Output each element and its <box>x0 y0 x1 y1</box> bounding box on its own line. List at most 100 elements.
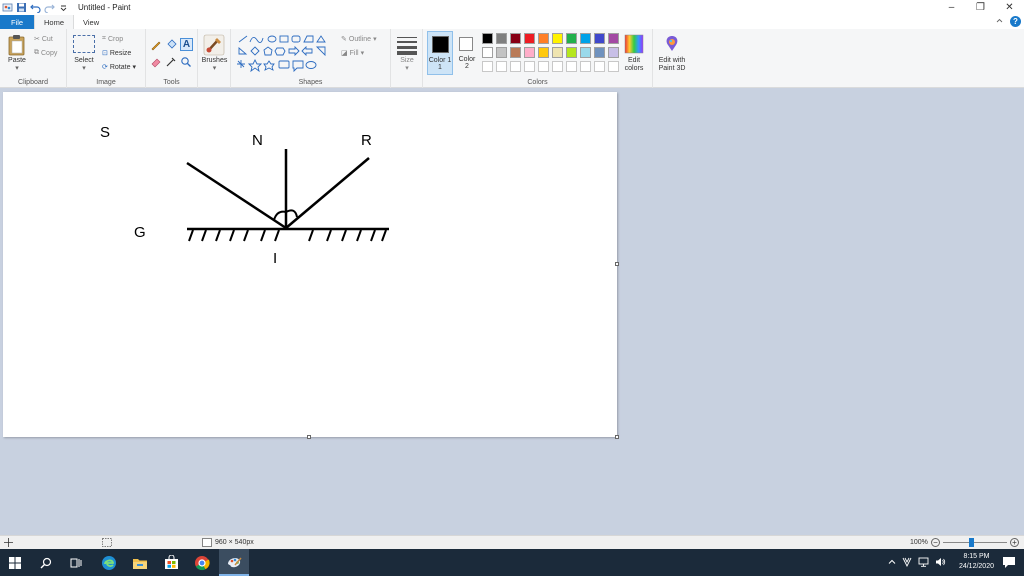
palette-swatch[interactable] <box>552 33 563 44</box>
file-explorer-button[interactable] <box>125 549 155 576</box>
label-n: N <box>252 132 263 149</box>
cut-button[interactable]: ✂ Cut <box>34 35 53 44</box>
palette-swatch[interactable] <box>496 47 507 58</box>
palette-swatch[interactable] <box>608 47 619 58</box>
palette-swatch[interactable] <box>524 47 535 58</box>
magnifier-icon[interactable] <box>180 56 192 68</box>
palette-swatch[interactable] <box>482 47 493 58</box>
collapse-ribbon-icon[interactable] <box>995 16 1004 27</box>
palette-swatch[interactable] <box>566 61 577 72</box>
action-center-button[interactable]: 4 <box>994 549 1024 576</box>
palette-swatch[interactable] <box>510 61 521 72</box>
chrome-button[interactable] <box>187 549 217 576</box>
palette-swatch[interactable] <box>524 33 535 44</box>
store-button[interactable] <box>156 549 186 576</box>
paint3d-icon[interactable] <box>662 34 682 54</box>
reflected-ray <box>285 157 370 229</box>
palette-swatch[interactable] <box>552 47 563 58</box>
size-button[interactable]: Size <box>391 57 423 65</box>
palette-swatch[interactable] <box>566 33 577 44</box>
redo-icon[interactable] <box>44 2 55 14</box>
line-size-icon[interactable] <box>397 35 417 55</box>
palette-swatch[interactable] <box>482 33 493 44</box>
vpn-icon[interactable] <box>902 557 912 569</box>
crop-button[interactable]: ⌗ Crop <box>102 35 123 43</box>
start-button[interactable] <box>0 549 30 576</box>
color1-swatch <box>432 36 449 53</box>
copy-button[interactable]: ⧉ Copy <box>34 49 57 57</box>
color1-selector[interactable]: Color 1 1 <box>427 31 453 75</box>
palette-swatch[interactable] <box>510 47 521 58</box>
brush-icon[interactable] <box>203 34 225 56</box>
resize-handle-right[interactable] <box>615 262 619 266</box>
fill-bucket-icon[interactable] <box>165 39 177 51</box>
palette-swatch[interactable] <box>538 33 549 44</box>
color2-selector[interactable]: Color 2 <box>455 31 479 75</box>
palette-swatch[interactable] <box>538 47 549 58</box>
edit-colors-button[interactable]: Edit colors <box>619 57 649 73</box>
minimize-button[interactable]: – <box>937 0 966 15</box>
show-hidden-icons-icon[interactable] <box>888 558 896 568</box>
shapes-gallery[interactable] <box>237 34 337 74</box>
customize-toolbar-icon[interactable] <box>58 2 69 13</box>
paint-icon <box>228 557 242 567</box>
paste-button[interactable]: Paste <box>3 57 31 65</box>
edge-browser-button[interactable] <box>94 549 124 576</box>
eraser-icon[interactable] <box>150 56 162 68</box>
tab-view[interactable]: View <box>74 15 108 29</box>
text-tool-icon[interactable]: A <box>180 38 193 51</box>
close-button[interactable]: ✕ <box>995 0 1024 15</box>
palette-swatch[interactable] <box>594 61 605 72</box>
task-view-button[interactable] <box>61 549 91 576</box>
network-icon[interactable] <box>918 557 929 569</box>
tab-file[interactable]: File <box>0 15 34 29</box>
outline-button[interactable]: ✎ Outline ▾ <box>341 35 377 44</box>
palette-swatch[interactable] <box>580 61 591 72</box>
palette-swatch[interactable] <box>566 47 577 58</box>
palette-swatch[interactable] <box>552 61 563 72</box>
palette-swatch[interactable] <box>608 61 619 72</box>
resize-handle-corner[interactable] <box>615 435 619 439</box>
edit-paint3d-button[interactable]: Edit with Paint 3D <box>653 57 691 73</box>
undo-icon[interactable] <box>30 2 41 14</box>
zoom-slider[interactable] <box>942 538 1007 547</box>
paste-icon[interactable] <box>7 34 27 56</box>
palette-swatch[interactable] <box>594 33 605 44</box>
save-icon[interactable] <box>16 2 27 13</box>
rotate-button[interactable]: ⟳ Rotate ▾ <box>102 63 136 72</box>
clipboard-group: Paste ▾ ✂ Cut ⧉ Copy Clipboard <box>0 29 67 88</box>
system-tray <box>888 549 946 576</box>
zoom-in-button[interactable]: + <box>1009 538 1019 547</box>
maximize-button[interactable]: ❐ <box>966 0 995 15</box>
palette-swatch[interactable] <box>580 33 591 44</box>
select-button[interactable]: Select <box>69 57 99 65</box>
edit-colors-icon[interactable] <box>624 34 644 54</box>
volume-icon[interactable] <box>935 557 946 569</box>
palette-swatch[interactable] <box>510 33 521 44</box>
palette-swatch[interactable] <box>496 33 507 44</box>
color-picker-icon[interactable] <box>165 56 177 68</box>
resize-button[interactable]: ⊡ Resize <box>102 49 131 58</box>
select-icon[interactable] <box>73 35 95 53</box>
palette-swatch[interactable] <box>594 47 605 58</box>
brushes-button[interactable]: Brushes <box>198 57 231 65</box>
zoom-slider-thumb[interactable] <box>968 538 974 547</box>
palette-swatch[interactable] <box>524 61 535 72</box>
pencil-icon[interactable] <box>150 39 162 51</box>
help-icon[interactable]: ? <box>1010 16 1021 27</box>
search-button[interactable] <box>31 549 61 576</box>
edge-icon <box>102 555 116 570</box>
palette-swatch[interactable] <box>580 47 591 58</box>
palette-swatch[interactable] <box>608 33 619 44</box>
tab-home[interactable]: Home <box>34 15 75 29</box>
shapes-group: ✎ Outline ▾ ◪ Fill ▾ Shapes <box>231 29 391 88</box>
fill-button[interactable]: ◪ Fill ▾ <box>341 49 364 58</box>
palette-swatch[interactable] <box>482 61 493 72</box>
zoom-out-button[interactable]: − <box>930 538 940 547</box>
palette-swatch[interactable] <box>496 61 507 72</box>
palette-swatch[interactable] <box>538 61 549 72</box>
clock[interactable]: 8:15 PM 24/12/2020 <box>959 552 994 572</box>
paint-taskbar-button[interactable] <box>219 549 249 576</box>
drawing-canvas[interactable]: S N R G I <box>3 92 617 437</box>
resize-handle-bottom[interactable] <box>307 435 311 439</box>
